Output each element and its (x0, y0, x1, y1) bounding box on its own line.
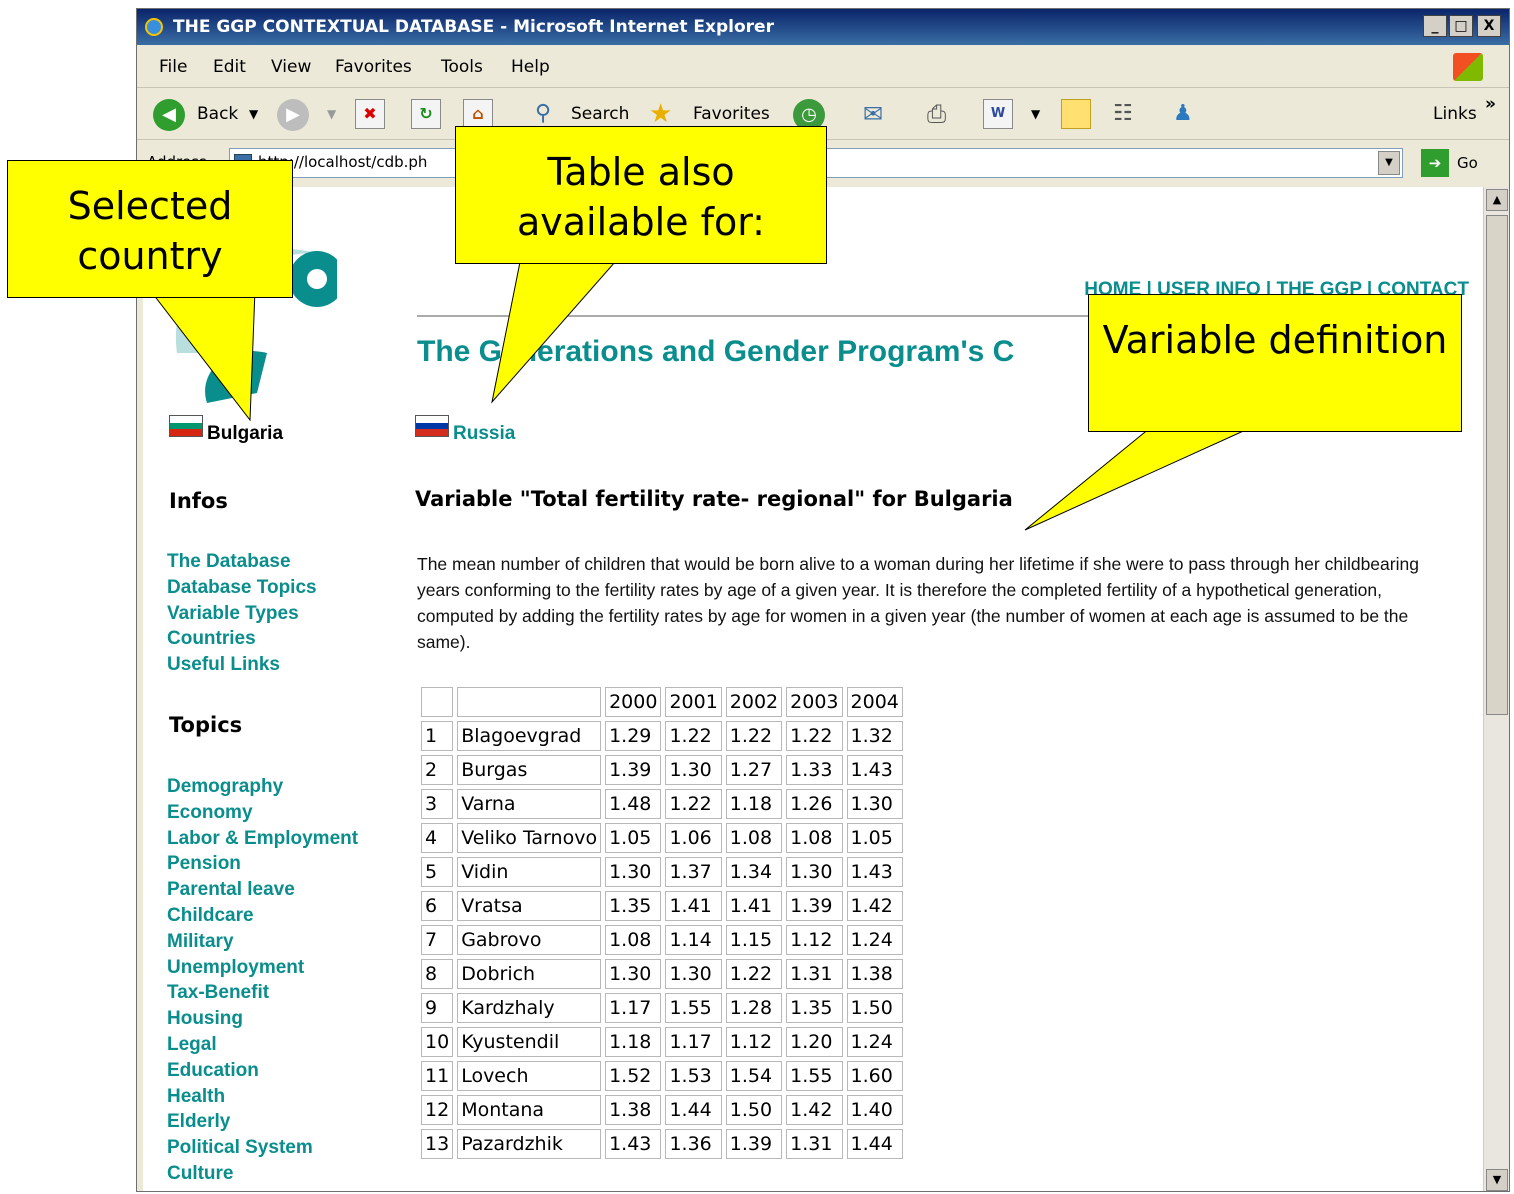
callout-variable-definition: Variable definition (1088, 294, 1462, 432)
callout-table-available: Table also available for: (455, 126, 827, 264)
callout-selected-country: Selected country (7, 160, 293, 298)
